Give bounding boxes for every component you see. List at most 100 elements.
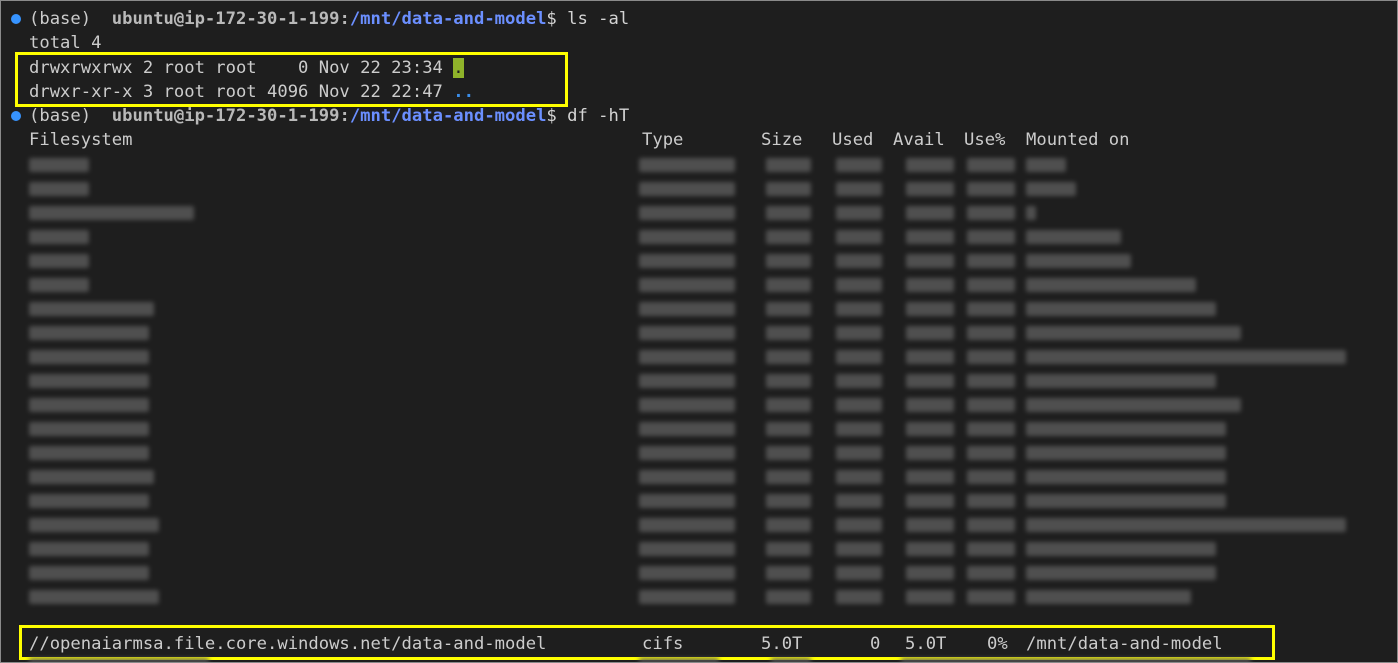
redacted-cell (967, 206, 1015, 220)
redacted-cell (29, 182, 89, 196)
redacted-cell (906, 230, 954, 244)
redacted-cell (836, 590, 882, 604)
redacted-cell (836, 566, 882, 580)
df-type: cifs (642, 634, 684, 654)
redacted-cell (967, 302, 1015, 316)
redacted-cell (1026, 374, 1216, 388)
redacted-cell (836, 278, 882, 292)
redacted-cell (29, 518, 159, 532)
redacted-cell (639, 422, 735, 436)
redacted-cell (766, 374, 811, 388)
redacted-cell (906, 590, 954, 604)
redacted-cell (1026, 422, 1226, 436)
df-mounted-on: /mnt/data-and-model (1026, 634, 1223, 654)
redacted-cell (1026, 254, 1131, 268)
redacted-cell (639, 302, 735, 316)
redacted-cell (766, 158, 811, 172)
redacted-cell (1026, 182, 1076, 196)
redacted-cell (967, 398, 1015, 412)
redacted-cell (901, 658, 1251, 662)
header-size: Size (761, 130, 803, 150)
redacted-cell (906, 422, 954, 436)
redacted-cell (29, 658, 209, 662)
redacted-cell (766, 422, 811, 436)
redacted-cell (766, 302, 811, 316)
redacted-cell (836, 158, 882, 172)
redacted-cell (906, 494, 954, 508)
redacted-cell (766, 326, 811, 340)
terminal-window[interactable]: (base) ubuntu@ip-172-30-1-199:/mnt/data-… (0, 0, 1398, 663)
redacted-cell (1026, 566, 1216, 580)
ls-row-info: drwxrwxrwx 2 root root 0 Nov 22 23:34 (29, 58, 454, 78)
redacted-cell (967, 518, 1015, 532)
redacted-cell (967, 158, 1015, 172)
redacted-cell (836, 398, 882, 412)
ls-total: total 4 (29, 33, 102, 53)
redacted-cell (639, 446, 735, 460)
redacted-cell (29, 350, 149, 364)
prompt-line-1: (base) ubuntu@ip-172-30-1-199:/mnt/data-… (29, 9, 630, 29)
redacted-cell (836, 518, 882, 532)
redacted-cell (836, 206, 882, 220)
redacted-cell (967, 446, 1015, 460)
redacted-cell (1026, 302, 1216, 316)
redacted-cell (906, 158, 954, 172)
redacted-cell (639, 230, 735, 244)
header-type: Type (642, 130, 684, 150)
header-used: Used (832, 130, 874, 150)
redacted-cell (766, 182, 811, 196)
redacted-cell (1026, 470, 1226, 484)
redacted-cell (29, 326, 149, 340)
redacted-cell (766, 470, 811, 484)
conda-env: (base) (29, 9, 92, 29)
prompt-status-dot-icon (11, 111, 21, 121)
redacted-cell (906, 518, 954, 532)
redacted-cell (29, 422, 149, 436)
conda-env: (base) (29, 106, 92, 126)
redacted-cell (29, 230, 89, 244)
redacted-cell (836, 230, 882, 244)
redacted-cell (906, 446, 954, 460)
redacted-cell (29, 542, 149, 556)
redacted-cell (639, 158, 735, 172)
redacted-cell (771, 658, 811, 662)
redacted-cell (836, 470, 882, 484)
redacted-cell (967, 470, 1015, 484)
redacted-cell (1026, 278, 1196, 292)
redacted-cell (639, 494, 735, 508)
redacted-cell (29, 302, 154, 316)
prompt-path: /mnt/data-and-model (349, 106, 547, 126)
redacted-cell (766, 230, 811, 244)
df-size: 5.0T (761, 634, 803, 654)
redacted-cell (1026, 542, 1216, 556)
redacted-cell (1026, 494, 1226, 508)
header-avail: Avail (893, 130, 945, 150)
redacted-cell (639, 566, 735, 580)
redacted-cell (766, 398, 811, 412)
redacted-cell (1026, 350, 1346, 364)
redacted-cell (29, 206, 194, 220)
redacted-cell (967, 542, 1015, 556)
redacted-cell (29, 398, 149, 412)
redacted-cell (639, 254, 735, 268)
redacted-cell (836, 446, 882, 460)
redacted-cell (967, 422, 1015, 436)
redacted-cell (639, 206, 735, 220)
redacted-cell (906, 206, 954, 220)
prompt-path: /mnt/data-and-model (349, 9, 547, 29)
redacted-cell (639, 470, 735, 484)
redacted-cell (906, 398, 954, 412)
prompt-status-dot-icon (11, 14, 21, 24)
redacted-cell (906, 278, 954, 292)
redacted-cell (766, 278, 811, 292)
redacted-cell (639, 658, 719, 662)
redacted-cell (766, 206, 811, 220)
df-avail: 5.0T (905, 634, 947, 654)
df-filesystem: //openaiarmsa.file.core.windows.net/data… (29, 634, 547, 654)
redacted-cell (639, 374, 735, 388)
redacted-cell (906, 182, 954, 196)
command-ls: ls -al (567, 9, 630, 29)
redacted-cell (29, 446, 149, 460)
redacted-cell (906, 326, 954, 340)
redacted-cell (766, 590, 811, 604)
